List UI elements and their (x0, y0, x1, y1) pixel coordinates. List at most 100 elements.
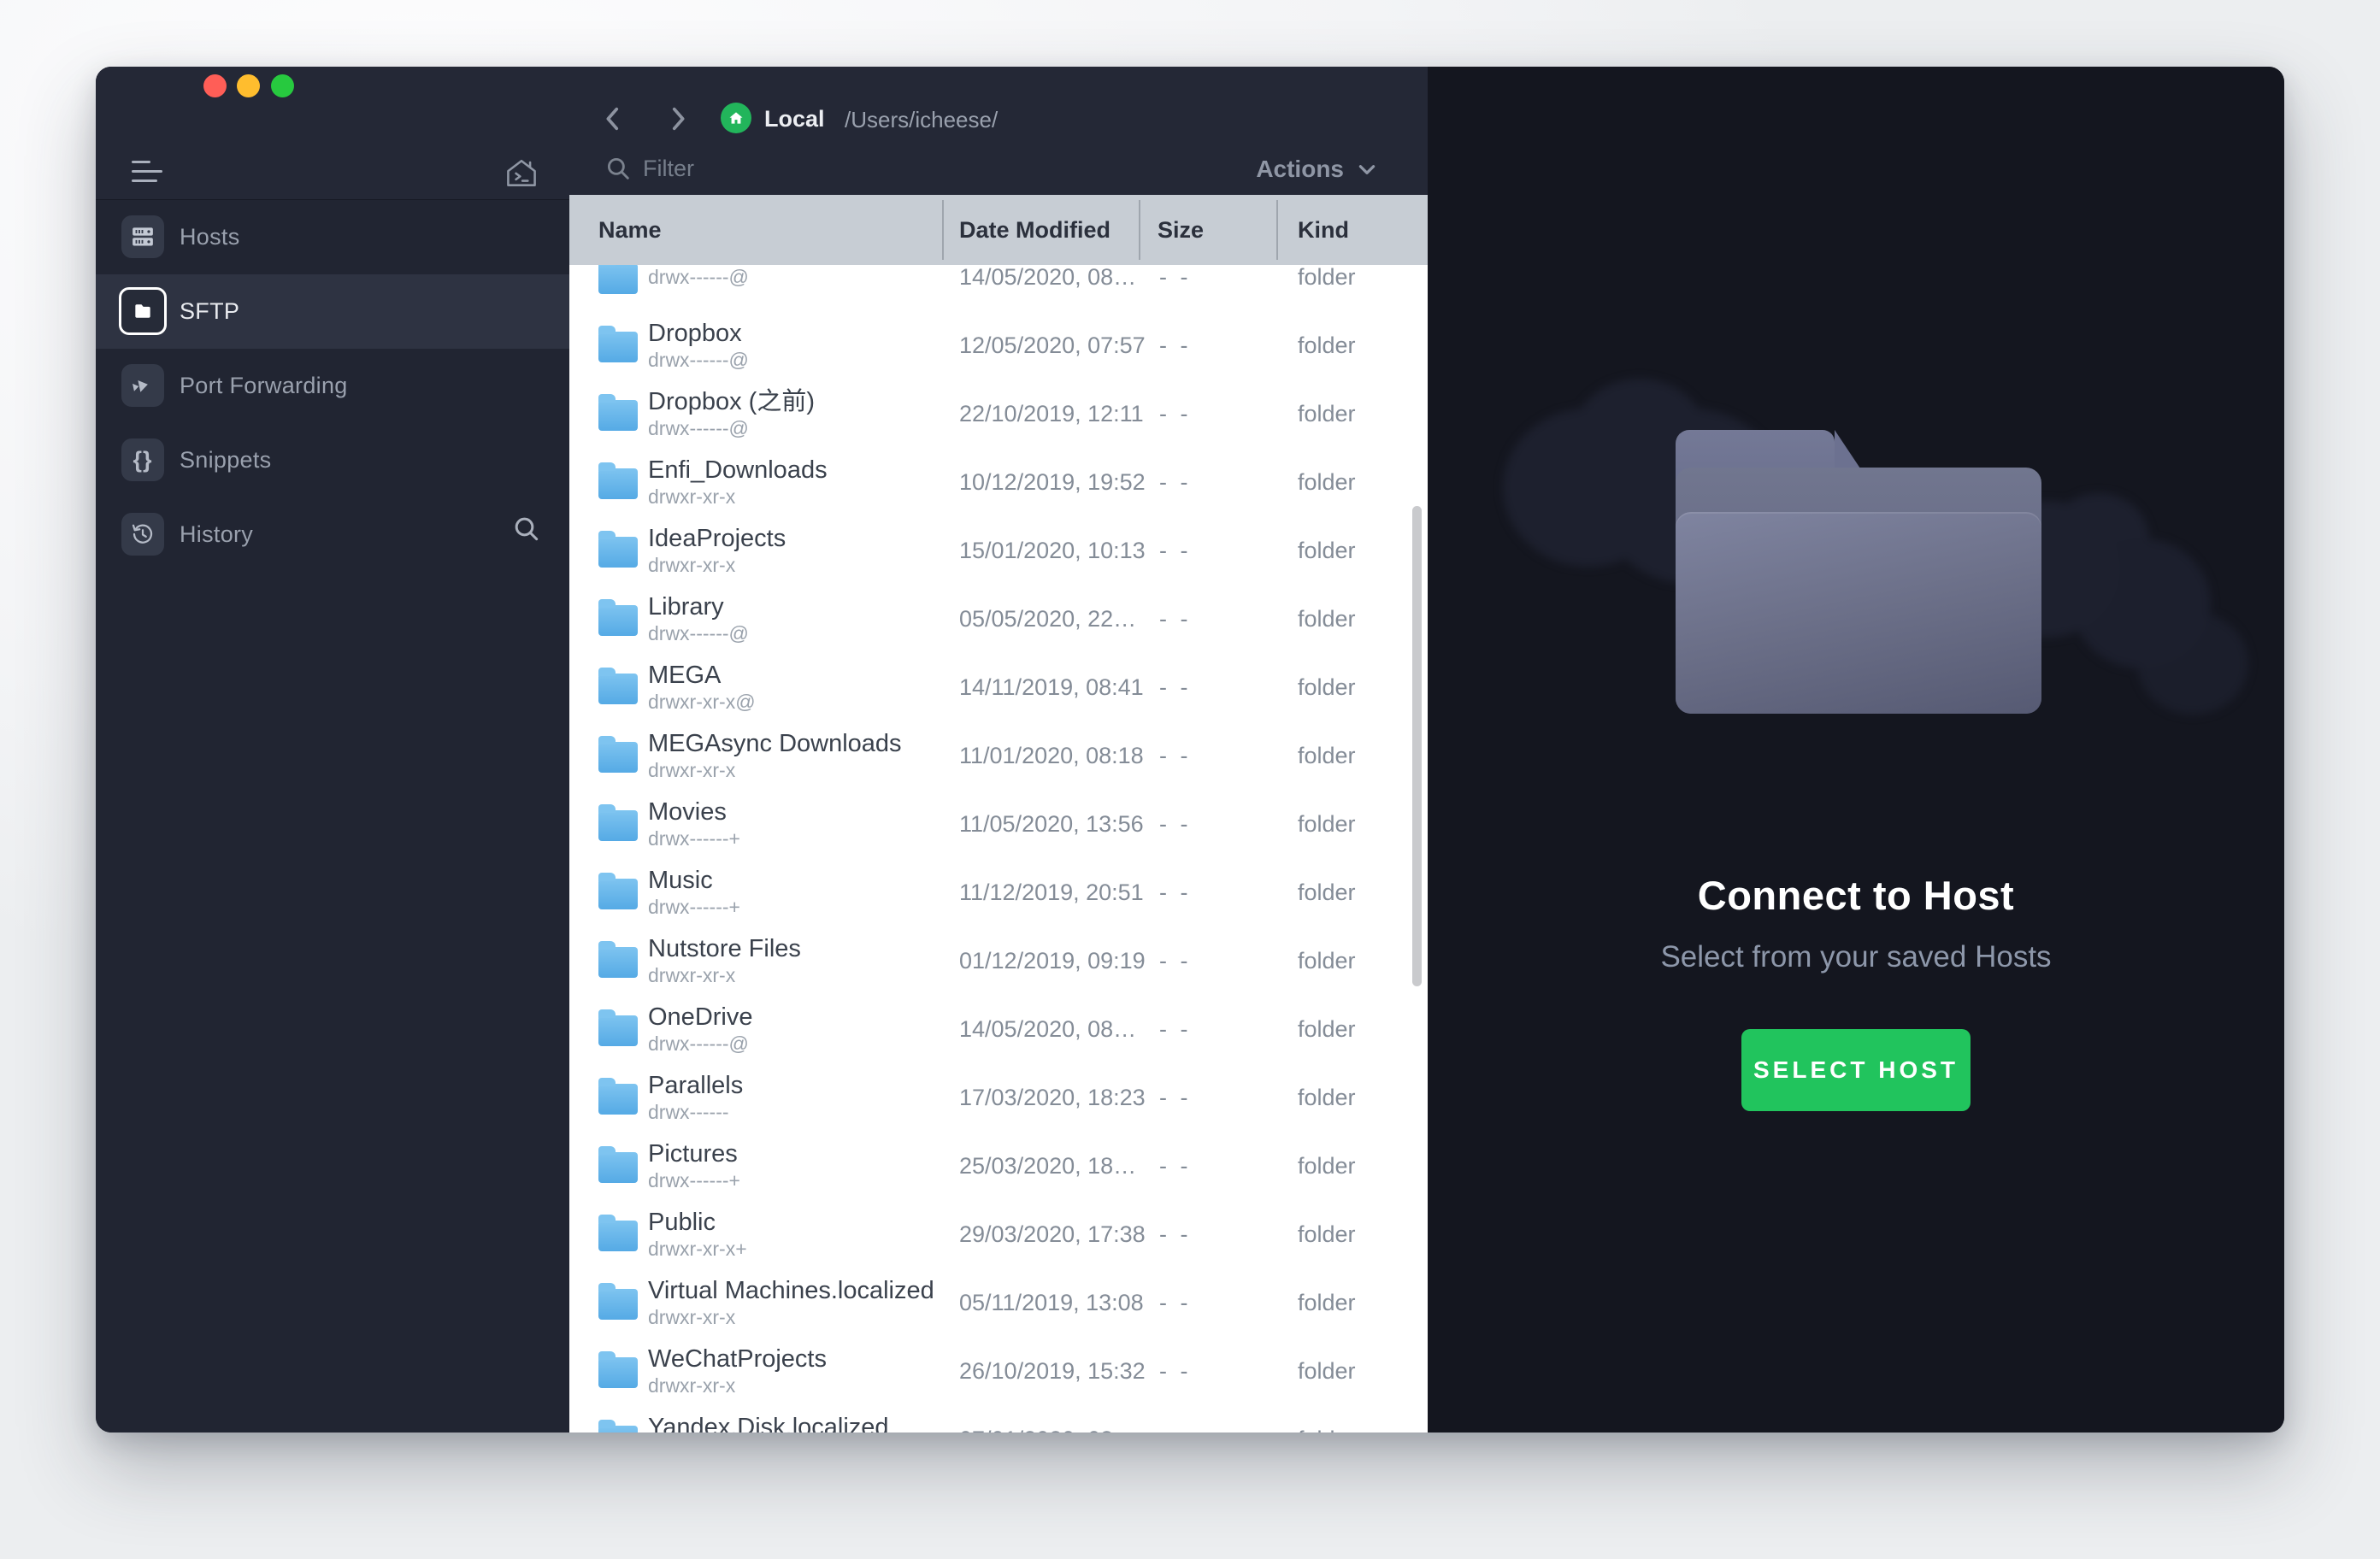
sidebar-item-sftp[interactable]: SFTP (96, 274, 569, 349)
folder-icon (598, 742, 638, 773)
folder-icon (598, 1152, 638, 1183)
file-permissions: drwxr-xr-x (648, 1305, 934, 1329)
scrollbar-thumb[interactable] (1412, 506, 1422, 986)
snippets-braces-icon: {} (121, 438, 164, 481)
table-row[interactable]: Public drwxr-xr-x+ 29/03/2020, 17:38 - -… (569, 1200, 1428, 1268)
folder-icon (598, 332, 638, 362)
folder-icon (598, 674, 638, 704)
file-kind: folder (1298, 1268, 1356, 1337)
table-row[interactable]: Yandex.Disk.localized drwxr-xr-x 07/01/2… (569, 1405, 1428, 1433)
folder-icon (598, 1357, 638, 1388)
file-date-modified: 11/05/2020, 13:56 (959, 790, 1144, 858)
column-header-date-modified[interactable]: Date Modified (959, 195, 1110, 265)
file-kind: folder (1298, 311, 1356, 379)
search-icon (604, 154, 633, 183)
table-row[interactable]: IdeaProjects drwxr-xr-x 15/01/2020, 10:1… (569, 516, 1428, 585)
file-kind: folder (1298, 379, 1356, 448)
minimize-button[interactable] (237, 74, 260, 97)
file-name: Library (648, 592, 749, 621)
file-size: - - (1159, 790, 1191, 858)
menu-icon[interactable] (132, 159, 162, 186)
file-kind: folder (1298, 927, 1356, 995)
folder-icon (598, 879, 638, 909)
file-kind: folder (1298, 721, 1356, 790)
folder-illustration (1676, 430, 2041, 714)
file-name: Movies (648, 797, 740, 827)
table-row[interactable]: Virtual Machines.localized drwxr-xr-x 05… (569, 1268, 1428, 1337)
file-date-modified: 11/12/2019, 20:51 (959, 858, 1144, 927)
file-name: Music (648, 866, 740, 895)
file-list-viewport: drwx------@ 14/05/2020, 08… - - folder D… (569, 265, 1428, 1433)
select-host-button[interactable]: SELECT HOST (1741, 1029, 1971, 1111)
file-browser-header: Local /Users/icheese/ Actions (569, 67, 1428, 195)
filter-bar: Actions (569, 147, 1428, 195)
sidebar-item-hosts[interactable]: Hosts (96, 200, 569, 274)
forward-icon[interactable] (665, 104, 691, 133)
table-row[interactable]: MEGAsync Downloads drwxr-xr-x 11/01/2020… (569, 721, 1428, 790)
table-row[interactable]: Enfi_Downloads drwxr-xr-x 10/12/2019, 19… (569, 448, 1428, 516)
file-kind: folder (1298, 995, 1356, 1063)
file-kind: folder (1298, 448, 1356, 516)
column-divider (942, 200, 944, 260)
table-row[interactable]: Music drwx------+ 11/12/2019, 20:51 - - … (569, 858, 1428, 927)
folder-icon (598, 1289, 638, 1320)
table-row[interactable]: Pictures drwx------+ 25/03/2020, 18… - -… (569, 1132, 1428, 1200)
column-header-kind[interactable]: Kind (1298, 195, 1349, 265)
file-date-modified: 17/03/2020, 18:23 (959, 1063, 1146, 1132)
file-permissions: drwx------@ (648, 621, 749, 645)
file-kind: folder (1298, 516, 1356, 585)
file-size: - - (1159, 585, 1191, 653)
zoom-button[interactable] (271, 74, 294, 97)
table-row[interactable]: Nutstore Files drwxr-xr-x 01/12/2019, 09… (569, 927, 1428, 995)
column-header-size[interactable]: Size (1158, 195, 1204, 265)
app-window: Hosts SFTP (96, 67, 2284, 1433)
file-list: drwx------@ 14/05/2020, 08… - - folder D… (569, 265, 1428, 1433)
file-name: MEGA (648, 661, 756, 690)
file-size: - - (1159, 927, 1191, 995)
file-name: OneDrive (648, 1003, 753, 1032)
table-row[interactable]: drwx------@ 14/05/2020, 08… - - folder (569, 265, 1428, 311)
file-date-modified: 15/01/2020, 10:13 (959, 516, 1146, 585)
table-row[interactable]: Dropbox (之前) drwx------@ 22/10/2019, 12:… (569, 379, 1428, 448)
table-row[interactable]: OneDrive drwx------@ 14/05/2020, 08… - -… (569, 995, 1428, 1063)
table-row[interactable]: WeChatProjects drwxr-xr-x 26/10/2019, 15… (569, 1337, 1428, 1405)
sidebar-item-snippets[interactable]: {} Snippets (96, 423, 569, 497)
local-terminal-home-icon[interactable] (503, 154, 540, 191)
file-permissions: drwx------+ (648, 1168, 740, 1192)
file-name: Parallels (648, 1071, 743, 1100)
file-size: - - (1159, 1132, 1191, 1200)
sidebar-item-port-forwarding[interactable]: Port Forwarding (96, 349, 569, 423)
table-row[interactable]: Dropbox drwx------@ 12/05/2020, 07:57 - … (569, 311, 1428, 379)
sidebar-search-icon[interactable] (510, 512, 544, 546)
file-permissions: drwx------+ (648, 895, 740, 919)
file-name: Public (648, 1208, 747, 1237)
sidebar-item-history[interactable]: History (96, 497, 569, 572)
file-name: Pictures (648, 1139, 740, 1168)
sidebar-menu: Hosts SFTP (96, 199, 569, 572)
file-size: - - (1159, 858, 1191, 927)
table-row[interactable]: Library drwx------@ 05/05/2020, 22… - - … (569, 585, 1428, 653)
actions-dropdown[interactable]: Actions (1256, 150, 1378, 188)
breadcrumb-location[interactable]: Local (764, 106, 825, 132)
close-button[interactable] (203, 74, 227, 97)
filter-input[interactable] (641, 149, 1123, 188)
back-icon[interactable] (600, 104, 626, 133)
file-date-modified: 01/12/2019, 09:19 (959, 927, 1146, 995)
file-permissions: drwxr-xr-x+ (648, 1237, 747, 1261)
file-kind: folder (1298, 1200, 1356, 1268)
file-size: - - (1159, 721, 1191, 790)
actions-label: Actions (1256, 156, 1344, 183)
column-header-name[interactable]: Name (598, 195, 662, 265)
local-home-icon[interactable] (721, 103, 751, 133)
table-row[interactable]: Parallels drwx------ 17/03/2020, 18:23 -… (569, 1063, 1428, 1132)
file-permissions: drwx------@ (648, 265, 749, 289)
file-date-modified: 12/05/2020, 07:57 (959, 311, 1146, 379)
folder-icon (598, 947, 638, 978)
file-kind: folder (1298, 653, 1356, 721)
file-date-modified: 05/05/2020, 22… (959, 585, 1136, 653)
table-row[interactable]: MEGA drwxr-xr-x@ 14/11/2019, 08:41 - - f… (569, 653, 1428, 721)
breadcrumb-path: /Users/icheese/ (845, 107, 998, 133)
table-row[interactable]: Movies drwx------+ 11/05/2020, 13:56 - -… (569, 790, 1428, 858)
file-kind: folder (1298, 585, 1356, 653)
file-name: Enfi_Downloads (648, 456, 828, 485)
